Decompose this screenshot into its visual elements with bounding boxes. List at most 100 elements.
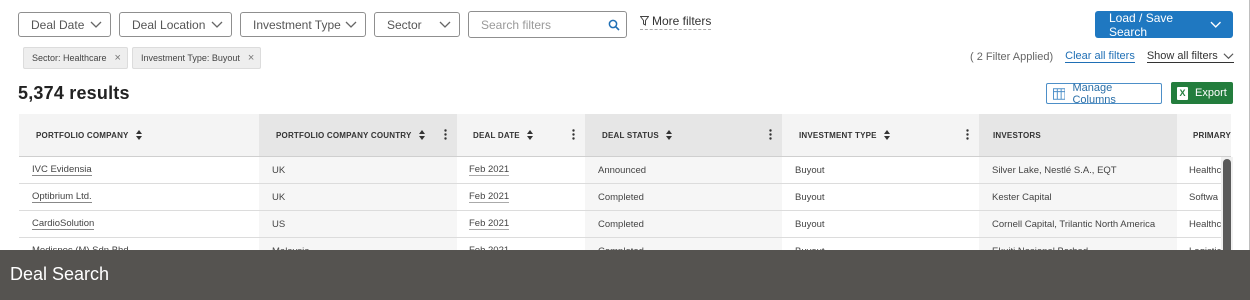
filter-chip-label: Investment Type: Buyout [140,53,240,63]
deal-date-value: Feb 2021 [469,218,510,230]
search-filters-input[interactable] [481,17,601,32]
company-link[interactable]: CardioSolution [32,218,95,230]
columns-icon [1053,87,1066,100]
table-row[interactable]: IVC Evidensia UK Feb 2021 Announced Buyo… [19,157,1231,184]
sort-icon[interactable] [665,130,672,140]
company-link[interactable]: Optibrium Ltd. [32,191,92,203]
export-button[interactable]: X Export [1171,82,1233,104]
deal-date-value: Feb 2021 [469,191,510,203]
show-all-filters-dropdown[interactable]: Show all filters [1146,50,1234,63]
column-header-label: PORTFOLIO COMPANY [36,130,129,140]
column-header-deal-date[interactable]: DEAL DATE [457,114,585,156]
table-row[interactable]: Optibrium Ltd. UK Feb 2021 Completed Buy… [19,184,1231,211]
excel-icon: X [1177,86,1188,100]
show-all-filters-label: Show all filters [1146,50,1218,62]
scrollbar-thumb[interactable] [1223,159,1231,254]
filter-chip-investment-type: Investment Type: Buyout × [131,47,262,69]
chevron-down-icon [345,21,357,28]
load-save-search-label: Load / Save Search [1109,10,1174,39]
chevron-down-icon [1210,21,1221,28]
manage-columns-label: Manage Columns [1072,81,1116,106]
table-scrollbar[interactable] [1221,157,1233,257]
cell-primary: Softwa [1189,191,1219,203]
deal-date-label: Deal Date [31,17,85,32]
sector-dropdown[interactable]: Sector [374,12,460,37]
company-link[interactable]: IVC Evidensia [32,164,92,176]
column-header-label: PORTFOLIO COMPANY COUNTRY [276,130,412,140]
column-header-deal-status[interactable]: DEAL STATUS [585,114,782,156]
deal-search-page: Deal Date Deal Location Investment Type … [0,0,1250,300]
sort-icon[interactable] [883,130,890,140]
column-header-label: PRIMARY [1193,130,1231,140]
more-filters-label: More filters [652,13,712,28]
kebab-menu-icon[interactable] [572,129,575,140]
deals-table: PORTFOLIO COMPANY PORTFOLIO COMPANY COUN… [19,114,1231,265]
cell-investors: Kester Capital [979,184,1177,210]
clear-all-filters-link[interactable]: Clear all filters [1065,50,1135,63]
cell-portfolio-company[interactable]: IVC Evidensia [19,157,259,183]
chevron-down-icon [1223,52,1234,59]
manage-columns-button[interactable]: Manage Columns [1046,81,1162,106]
filter-status: ( 2 Filter Applied) Clear all filters Sh… [970,50,1234,63]
cell-portfolio-company[interactable]: CardioSolution [19,211,259,237]
filter-chip-label: Sector: Healthcare [32,53,107,63]
column-header-label: INVESTMENT TYPE [799,130,877,140]
sort-icon[interactable] [418,130,425,140]
cell-primary: Healthc [1189,218,1221,230]
investment-type-dropdown[interactable]: Investment Type [240,12,366,37]
sector-label: Sector [387,17,422,32]
column-header-label: DEAL STATUS [602,130,659,140]
deal-date-dropdown[interactable]: Deal Date [18,12,111,37]
cell-deal-status: Announced [585,157,782,183]
more-filters-link[interactable]: More filters [640,13,712,30]
chevron-down-icon [211,21,223,28]
cell-country: UK [259,184,457,210]
filter-chip-sector: Sector: Healthcare × [23,47,128,69]
kebab-menu-icon[interactable] [966,129,969,140]
cell-investment-type: Buyout [795,164,825,176]
column-header-label: DEAL DATE [473,130,520,140]
search-icon[interactable] [608,19,620,31]
cell-investors: Cornell Capital, Trilantic North America [979,211,1177,237]
close-icon[interactable]: × [248,52,254,64]
filters-applied-count: ( 2 Filter Applied) [970,50,1054,63]
cell-deal-date: Feb 2021 [457,157,585,183]
deal-location-label: Deal Location [132,17,206,32]
kebab-menu-icon[interactable] [769,129,772,140]
export-label: Export [1195,87,1227,99]
table-header: PORTFOLIO COMPANY PORTFOLIO COMPANY COUN… [19,114,1231,157]
table-row[interactable]: CardioSolution US Feb 2021 Completed Buy… [19,211,1231,238]
cell-country: UK [259,157,457,183]
column-header-primary[interactable]: PRIMARY [1177,114,1231,156]
cell-investment-type: Buyout [795,218,825,230]
column-header-portfolio-company-country[interactable]: PORTFOLIO COMPANY COUNTRY [259,114,457,156]
cell-deal-date: Feb 2021 [457,211,585,237]
investment-type-label: Investment Type [253,17,341,32]
results-count: 5,374 results [18,83,130,103]
sort-icon[interactable] [526,130,533,140]
funnel-icon [640,15,649,26]
cell-investors: Silver Lake, Nestlé S.A., EQT [979,157,1177,183]
caption-title: Deal Search [10,264,110,284]
deal-location-dropdown[interactable]: Deal Location [119,12,232,37]
column-header-investors[interactable]: INVESTORS [979,114,1177,156]
cell-deal-status: Completed [585,184,782,210]
close-icon[interactable]: × [115,52,121,64]
search-filters-box [468,11,627,38]
chevron-down-icon [439,21,451,28]
cell-primary: Healthc [1189,164,1221,176]
chevron-down-icon [90,21,102,28]
applied-filter-chips: Sector: Healthcare × Investment Type: Bu… [23,47,265,69]
cell-investment-type: Buyout [795,191,825,203]
load-save-search-button[interactable]: Load / Save Search [1095,10,1233,39]
cell-deal-date: Feb 2021 [457,184,585,210]
column-header-portfolio-company[interactable]: PORTFOLIO COMPANY [19,114,259,156]
caption-bar: Deal Search [0,250,1250,300]
cell-country: US [259,211,457,237]
sort-icon[interactable] [135,130,142,140]
column-header-investment-type[interactable]: INVESTMENT TYPE [782,114,979,156]
cell-portfolio-company[interactable]: Optibrium Ltd. [19,184,259,210]
deal-date-value: Feb 2021 [469,164,510,176]
kebab-menu-icon[interactable] [444,129,447,140]
cell-deal-status: Completed [585,211,782,237]
